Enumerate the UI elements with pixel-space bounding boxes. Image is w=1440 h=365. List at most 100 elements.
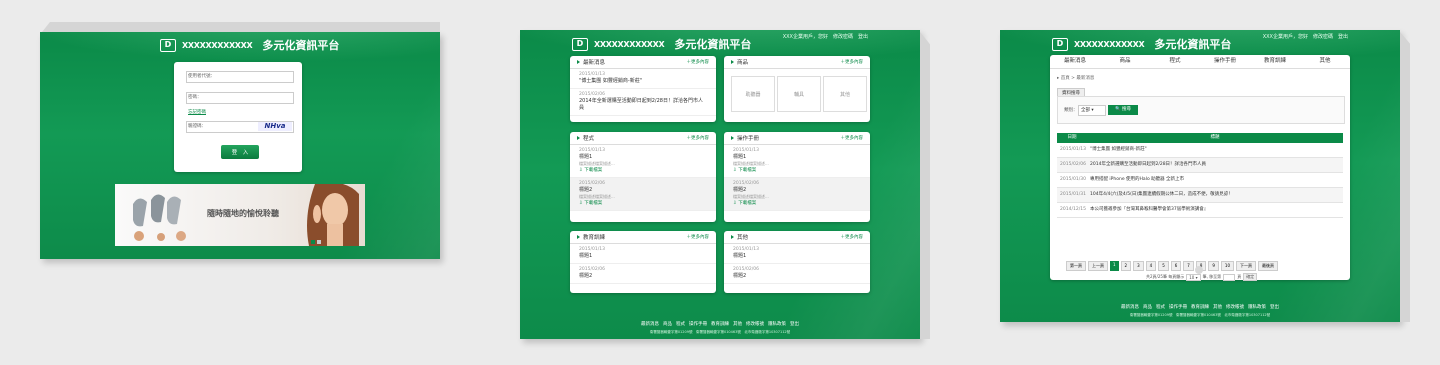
platform-title: 多元化資訊平台 <box>674 38 752 51</box>
arrow-icon <box>731 136 734 140</box>
news-more-link[interactable]: ＋更多內容 <box>687 59 710 65</box>
footer-link[interactable]: 教育訓練 <box>1191 304 1209 310</box>
logo-icon: D <box>160 38 176 52</box>
greeting-text: XXX企業用戶，您好 <box>782 34 828 40</box>
footer-link[interactable]: 教育訓練 <box>711 321 729 327</box>
table-row[interactable]: 2015/01/31 104年4/4(六)及4/5(日)集團連續假期公休二日，造成… <box>1057 188 1343 203</box>
table-row[interactable]: 2015/01/30 專用搭配 iPhone 使用的Halo 助聽器 全新上市 <box>1057 173 1343 188</box>
footer-link[interactable]: 最新消息 <box>641 321 659 327</box>
products-more-link[interactable]: ＋更多內容 <box>841 59 864 65</box>
download-link[interactable]: ⇩ 下載檔案 <box>733 200 861 207</box>
list-item[interactable]: 2015/02/06 2014年全新選購至活動即日起到2/28日！詳洽各門市人員 <box>570 89 716 116</box>
jump-page-input[interactable] <box>1223 273 1236 281</box>
training-more-link[interactable]: ＋更多內容 <box>687 234 710 240</box>
footer-link[interactable]: 商品 <box>663 321 672 327</box>
page-number[interactable]: 5 <box>1158 261 1169 271</box>
page-number-current[interactable]: 1 <box>1110 261 1119 271</box>
pagination-info: 共2頁/25筆 每頁顯示 10 ▾ 筆, 移至第 頁 確定 <box>1146 273 1258 281</box>
company-name: XXXXXXXXXXXX <box>182 40 253 50</box>
page-next[interactable]: 下一頁 <box>1236 261 1257 271</box>
nav-programs[interactable]: 程式 <box>1150 55 1200 68</box>
arrow-icon <box>731 60 734 64</box>
page-last[interactable]: 最後頁 <box>1258 261 1279 271</box>
page-prev[interactable]: 上一頁 <box>1088 261 1108 271</box>
table-row[interactable]: 2015/01/13 "博士集團 如豐經銷商-新莊" <box>1057 143 1343 158</box>
footer-link[interactable]: 隱私政策 <box>1248 304 1266 310</box>
change-password-link[interactable]: 修改密碼 <box>1313 33 1333 40</box>
list-item[interactable]: 2015/02/06 標題2 <box>570 264 716 284</box>
page-number[interactable]: 3 <box>1133 261 1144 271</box>
password-input[interactable] <box>186 92 294 104</box>
page-number[interactable]: 4 <box>1145 261 1157 271</box>
page-number[interactable]: 6 <box>1170 261 1182 271</box>
forgot-password-link[interactable]: 忘記密碼 <box>188 109 206 115</box>
footer-links: 最新消息 商品 程式 操作手冊 教育訓練 其他 修改帳號 隱私政策 登出 <box>520 321 920 327</box>
table-row[interactable]: 2014/12/15 本公司獲邀參加『台灣耳鼻喉科醫學會第37屆學術演講會』 <box>1057 203 1343 218</box>
list-item[interactable]: 2015/02/06 標題2 檔案描述檔案描述... ⇩ 下載檔案 <box>570 178 716 211</box>
product-other[interactable]: 其他 <box>823 76 867 112</box>
banner-pager[interactable] <box>311 240 321 244</box>
footer-link[interactable]: 程式 <box>676 321 685 327</box>
footer-link[interactable]: 隱私政策 <box>768 321 786 327</box>
footer-link[interactable]: 修改帳號 <box>1226 304 1244 310</box>
page-number[interactable]: 9 <box>1208 261 1219 271</box>
page-number[interactable]: 7 <box>1183 261 1194 271</box>
table-row[interactable]: 2015/02/06 2014年全新選購至活動即日起到2/28日！詳洽各門市人員 <box>1057 158 1343 173</box>
others-panel-title: 其他 <box>731 233 748 241</box>
page-number[interactable]: 2 <box>1120 261 1132 271</box>
list-item[interactable]: 2015/01/13 "博士集團 如豐經銷商-新莊" <box>570 69 716 89</box>
footer-link[interactable]: 程式 <box>1156 304 1165 310</box>
manuals-more-link[interactable]: ＋更多內容 <box>841 135 864 141</box>
list-item[interactable]: 2015/02/06 標題2 檔案描述檔案描述... ⇩ 下載檔案 <box>724 178 870 211</box>
nav-products[interactable]: 商品 <box>1100 55 1150 68</box>
footer-link[interactable]: 操作手冊 <box>689 321 707 327</box>
list-item[interactable]: 2015/01/13 標題1 檔案描述檔案描述... ⇩ 下載檔案 <box>570 145 716 178</box>
programs-panel-title: 程式 <box>577 134 594 142</box>
list-item[interactable]: 2015/01/13 標題1 檔案描述檔案描述... ⇩ 下載檔案 <box>724 145 870 178</box>
banner-dot[interactable] <box>311 240 315 244</box>
footer-link[interactable]: 登出 <box>1270 304 1279 310</box>
others-panel: 其他 ＋更多內容 2015/01/13 標題1 2015/02/06 標題2 <box>724 231 870 293</box>
site-logo: D XXXXXXXXXXXX 多元化資訊平台 <box>1052 36 1231 52</box>
footer-link[interactable]: 登出 <box>790 321 799 327</box>
download-link[interactable]: ⇩ 下載檔案 <box>579 200 707 207</box>
company-name: XXXXXXXXXXXX <box>1074 39 1145 49</box>
company-name: XXXXXXXXXXXX <box>594 39 665 49</box>
footer-link[interactable]: 其他 <box>1213 304 1222 310</box>
nav-training[interactable]: 教育訓練 <box>1250 55 1300 68</box>
footer-link[interactable]: 修改帳號 <box>746 321 764 327</box>
footer-link[interactable]: 其他 <box>733 321 742 327</box>
footer: 最新消息 商品 程式 操作手冊 教育訓練 其他 修改帳號 隱私政策 登出 衛署醫… <box>1000 304 1400 318</box>
arrow-icon <box>731 235 734 239</box>
login-button[interactable]: 登 入 <box>221 145 259 159</box>
others-more-link[interactable]: ＋更多內容 <box>841 234 864 240</box>
banner-dot[interactable] <box>317 240 321 244</box>
product-hearing-aid[interactable]: 助聽器 <box>731 76 775 112</box>
logout-link[interactable]: 登出 <box>1338 33 1348 40</box>
go-button[interactable]: 確定 <box>1243 273 1258 281</box>
list-item[interactable]: 2015/01/13 標題1 <box>724 244 870 264</box>
scroll-top-icon[interactable] <box>1195 266 1203 274</box>
download-link[interactable]: ⇩ 下載檔案 <box>579 167 707 174</box>
footer-link[interactable]: 操作手冊 <box>1169 304 1187 310</box>
programs-more-link[interactable]: ＋更多內容 <box>687 135 710 141</box>
list-item[interactable]: 2015/01/13 標題1 <box>570 244 716 264</box>
per-page-select[interactable]: 10 ▾ <box>1186 273 1201 281</box>
list-item[interactable]: 2015/02/06 標題2 <box>724 264 870 284</box>
search-button[interactable]: 🔍 搜尋 <box>1108 105 1138 115</box>
product-assistive-device[interactable]: 輔具 <box>777 76 821 112</box>
page-number[interactable]: 10 <box>1220 261 1235 271</box>
nav-others[interactable]: 其他 <box>1300 55 1350 68</box>
footer-link[interactable]: 商品 <box>1143 304 1152 310</box>
username-input[interactable] <box>186 71 294 83</box>
nav-manuals[interactable]: 操作手冊 <box>1200 55 1250 68</box>
change-password-link[interactable]: 修改密碼 <box>833 33 853 40</box>
page-first[interactable]: 第一頁 <box>1066 261 1086 271</box>
logout-link[interactable]: 登出 <box>858 33 868 40</box>
category-select[interactable]: 全部 ▾ <box>1078 105 1106 116</box>
dashboard-screen-card: D XXXXXXXXXXXX 多元化資訊平台 XXX企業用戶，您好 修改密碼 登… <box>520 30 930 339</box>
nav-news[interactable]: 最新消息 <box>1050 55 1100 68</box>
footer-registration: 衛署醫器輸壹字第01209號 衛署醫器輸壹字第010463號 北市衛器販字第10… <box>649 330 791 334</box>
footer-link[interactable]: 最新消息 <box>1121 304 1139 310</box>
download-link[interactable]: ⇩ 下載檔案 <box>733 167 861 174</box>
